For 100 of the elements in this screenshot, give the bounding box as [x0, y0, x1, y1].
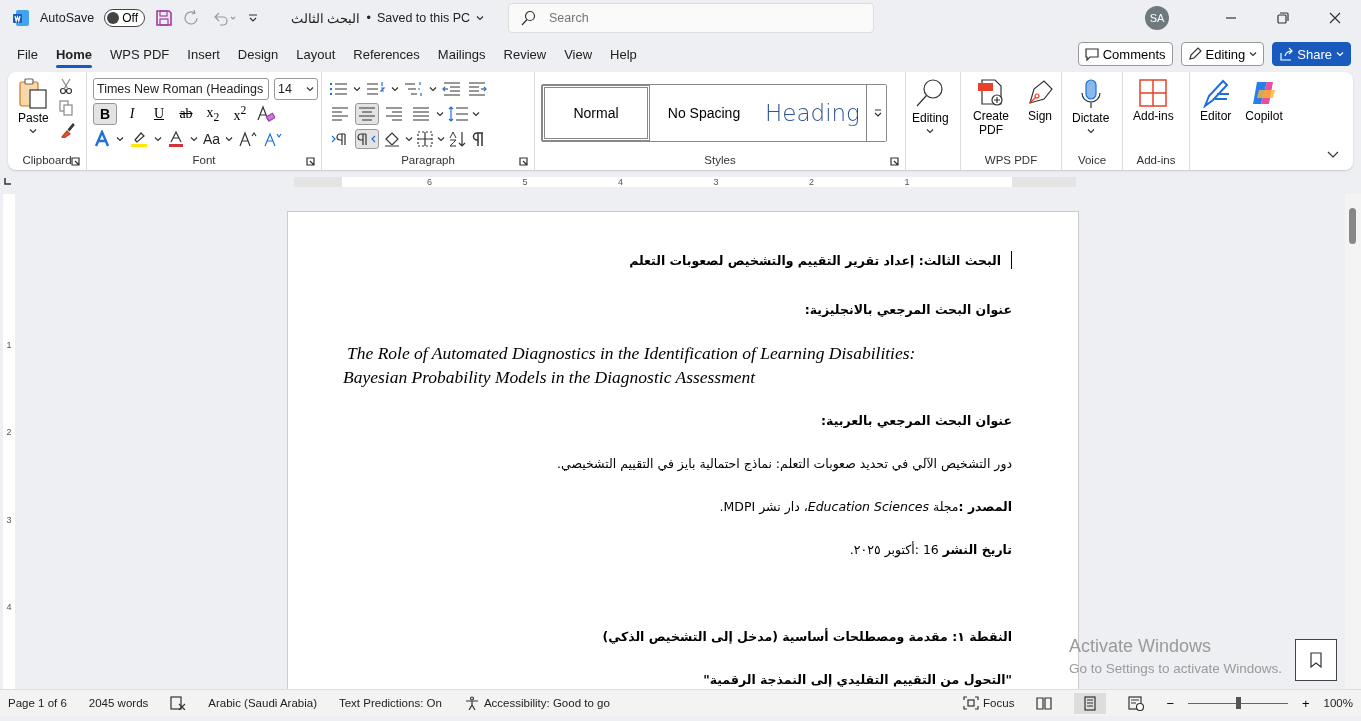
menu-tab[interactable]: Mailings — [428, 40, 495, 68]
user-avatar[interactable]: SA — [1145, 6, 1169, 30]
font-family-select[interactable]: Times New Roman (Headings — [93, 78, 269, 100]
caret-icon[interactable] — [116, 136, 124, 142]
format-toggle[interactable]: ab — [174, 103, 198, 125]
change-case-button[interactable]: Aa — [203, 131, 221, 147]
borders-icon[interactable] — [416, 130, 434, 148]
menu-tab[interactable]: View — [555, 40, 602, 68]
editing-button[interactable]: Editing — [908, 76, 953, 150]
sort-icon[interactable] — [448, 130, 468, 148]
caret-icon[interactable] — [1249, 51, 1258, 57]
paste-button[interactable]: Paste — [14, 76, 53, 150]
line-spacing-icon[interactable] — [447, 105, 469, 123]
caret-icon[interactable] — [225, 136, 234, 142]
tab-stop-icon[interactable] — [4, 177, 12, 185]
caret-icon[interactable] — [353, 86, 361, 92]
menu-tab[interactable]: Design — [228, 40, 288, 68]
style-option[interactable]: Normal — [542, 85, 650, 141]
autosave-toggle[interactable]: Off — [104, 9, 145, 27]
shading-icon[interactable] — [382, 130, 402, 148]
caret-icon[interactable] — [391, 86, 399, 92]
editor-button[interactable]: Editor — [1196, 76, 1236, 150]
menu-tab[interactable]: Layout — [287, 40, 345, 68]
decrease-indent-icon[interactable] — [442, 81, 462, 97]
format-toggle[interactable]: I — [120, 103, 144, 125]
font-size-select[interactable]: 14 — [274, 78, 318, 100]
increase-indent-icon[interactable] — [467, 81, 487, 97]
caret-icon[interactable] — [1086, 127, 1095, 134]
dialog-launcher-icon[interactable] — [306, 157, 315, 166]
create-pdf-button[interactable]: Create PDF — [967, 76, 1015, 150]
customize-icon[interactable] — [247, 13, 259, 23]
collapse-ribbon-icon[interactable] — [1327, 151, 1339, 159]
restore-icon[interactable] — [1277, 12, 1289, 24]
vertical-ruler[interactable]: 1 2 3 4 — [3, 194, 15, 689]
close-icon[interactable] — [1329, 12, 1341, 24]
menu-tab[interactable]: Insert — [178, 40, 229, 68]
view-button[interactable] — [1074, 692, 1107, 714]
caret-icon[interactable] — [190, 136, 198, 142]
styles-more-button[interactable] — [866, 85, 886, 141]
caret-icon[interactable] — [472, 111, 480, 117]
caret-icon[interactable] — [306, 86, 314, 92]
bullets-icon[interactable] — [328, 81, 348, 97]
caret-icon[interactable] — [405, 136, 413, 142]
format-toggle[interactable]: U — [147, 103, 171, 125]
copilot-button[interactable]: Copilot — [1241, 76, 1287, 150]
scissors-icon[interactable] — [58, 78, 73, 94]
horizontal-ruler[interactable]: 6 5 4 3 2 1 — [294, 177, 1076, 187]
focus-button[interactable]: Focus — [983, 697, 1015, 709]
zoom-slider-thumb[interactable] — [1236, 697, 1241, 709]
save-icon[interactable] — [155, 9, 173, 27]
caret-icon[interactable] — [154, 136, 162, 142]
save-status[interactable]: Saved to this PC — [376, 11, 470, 25]
menu-tab[interactable]: Home — [46, 40, 102, 68]
scrollbar[interactable] — [1345, 194, 1361, 689]
language-status[interactable]: Arabic (Saudi Arabia) — [208, 697, 317, 709]
format-toggle[interactable]: x$_{2}$ — [201, 103, 225, 125]
caret-icon[interactable] — [926, 127, 935, 134]
menu-tab[interactable]: References — [344, 40, 429, 68]
page-count[interactable]: Page 1 of 6 — [8, 697, 67, 709]
format-toggle[interactable]: B — [93, 103, 117, 125]
caret-icon[interactable] — [436, 111, 444, 117]
text-direction-button[interactable] — [355, 129, 379, 149]
pilcrow-icon[interactable] — [471, 130, 485, 148]
copy-icon[interactable] — [58, 100, 73, 116]
style-option[interactable]: No Spacing — [650, 85, 758, 141]
numbering-icon[interactable] — [366, 81, 386, 97]
accessibility-status[interactable]: Accessibility: Good to go — [483, 697, 610, 709]
menu-tab[interactable]: WPS PDF — [101, 40, 179, 68]
grow-font-icon[interactable] — [238, 130, 259, 148]
format-toggle[interactable]: x$^{2}$ — [228, 103, 252, 125]
style-option[interactable]: Heading — [758, 85, 866, 141]
align-button[interactable] — [355, 103, 379, 125]
search-field[interactable]: Search — [508, 3, 874, 33]
caret-icon[interactable] — [476, 15, 484, 21]
comments-button[interactable]: Comments — [1077, 42, 1173, 66]
multilevel-list-icon[interactable] — [404, 81, 424, 97]
proofing-icon[interactable] — [170, 696, 187, 710]
highlighter-icon[interactable] — [129, 130, 149, 148]
menu-tab[interactable]: Review — [494, 40, 556, 68]
add-ins-button[interactable]: Add-ins — [1129, 76, 1178, 150]
text-predictions-status[interactable]: Text Predictions: On — [338, 697, 442, 709]
clear-format-icon[interactable] — [255, 104, 275, 124]
zoom-in-button[interactable]: + — [1302, 695, 1310, 711]
menu-tab[interactable]: File — [8, 40, 47, 68]
caret-icon[interactable] — [437, 136, 445, 142]
zoom-level[interactable]: 100% — [1323, 697, 1353, 709]
dialog-launcher-icon[interactable] — [890, 157, 899, 166]
caret-icon[interactable] — [429, 86, 437, 92]
shrink-font-icon[interactable] — [263, 130, 284, 148]
bookmark-button[interactable] — [1295, 639, 1337, 681]
word-count[interactable]: 2045 words — [88, 697, 149, 709]
zoom-out-button[interactable]: − — [1166, 695, 1174, 711]
font-color-icon[interactable] — [167, 130, 185, 148]
editing-mode-button[interactable]: Editing — [1180, 42, 1265, 66]
dialog-launcher-icon[interactable] — [71, 157, 80, 166]
dictate-button[interactable]: Dictate — [1068, 76, 1114, 150]
dialog-launcher-icon[interactable] — [519, 157, 528, 166]
text-effect-icon[interactable] — [93, 130, 111, 148]
sign-button[interactable]: Sign — [1021, 76, 1059, 150]
caret-icon[interactable] — [29, 127, 38, 134]
